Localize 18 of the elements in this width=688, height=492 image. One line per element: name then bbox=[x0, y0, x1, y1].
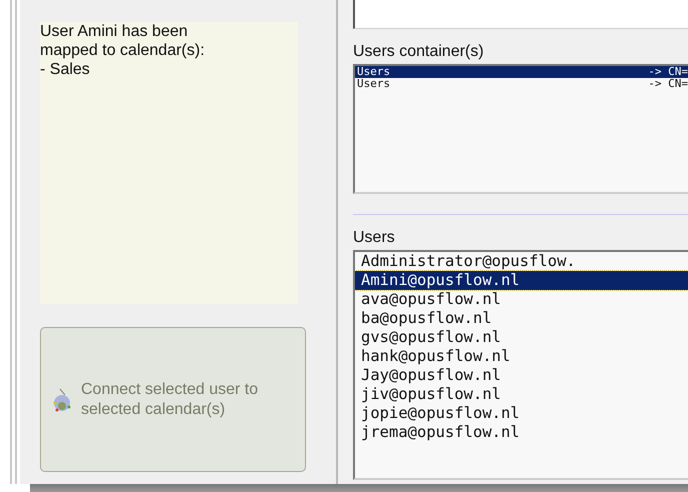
user-item[interactable]: Jay@opusflow.nl bbox=[355, 366, 688, 385]
user-item[interactable]: ava@opusflow.nl bbox=[355, 290, 688, 309]
containers-label: Users container(s) bbox=[353, 42, 485, 62]
user-item[interactable]: Administrator@opusflow. bbox=[355, 252, 688, 271]
users-list[interactable]: Administrator@opusflow. Amini@opusflow.nl ava@opusflow.nl ba@opusflow.nl gvs@opusflow.nl hank@opusflow.nl Jay@opusflow.nl jiv@opusflow.nl jopie@opusflow.nl jrema@opusflow.nl bbox=[353, 250, 688, 480]
user-item[interactable]: hank@opusflow.nl bbox=[355, 347, 688, 366]
containers-list[interactable]: Users -> CN= Users -> CN= bbox=[353, 64, 688, 194]
user-item[interactable]: jrema@opusflow.nl bbox=[355, 423, 688, 442]
user-item[interactable]: ba@opusflow.nl bbox=[355, 309, 688, 328]
users-label: Users bbox=[353, 228, 396, 248]
user-item[interactable]: Amini@opusflow.nl bbox=[355, 271, 688, 290]
container-item[interactable]: Users -> CN= bbox=[355, 78, 688, 90]
text-field[interactable] bbox=[353, 0, 688, 29]
user-item[interactable]: gvs@opusflow.nl bbox=[355, 328, 688, 347]
user-item[interactable]: jiv@opusflow.nl bbox=[355, 385, 688, 404]
user-item[interactable]: jopie@opusflow.nl bbox=[355, 404, 688, 423]
mapping-message: User Amini has been mapped to calendar(s): - Sales bbox=[40, 22, 298, 304]
container-item[interactable]: Users -> CN= bbox=[355, 66, 688, 78]
